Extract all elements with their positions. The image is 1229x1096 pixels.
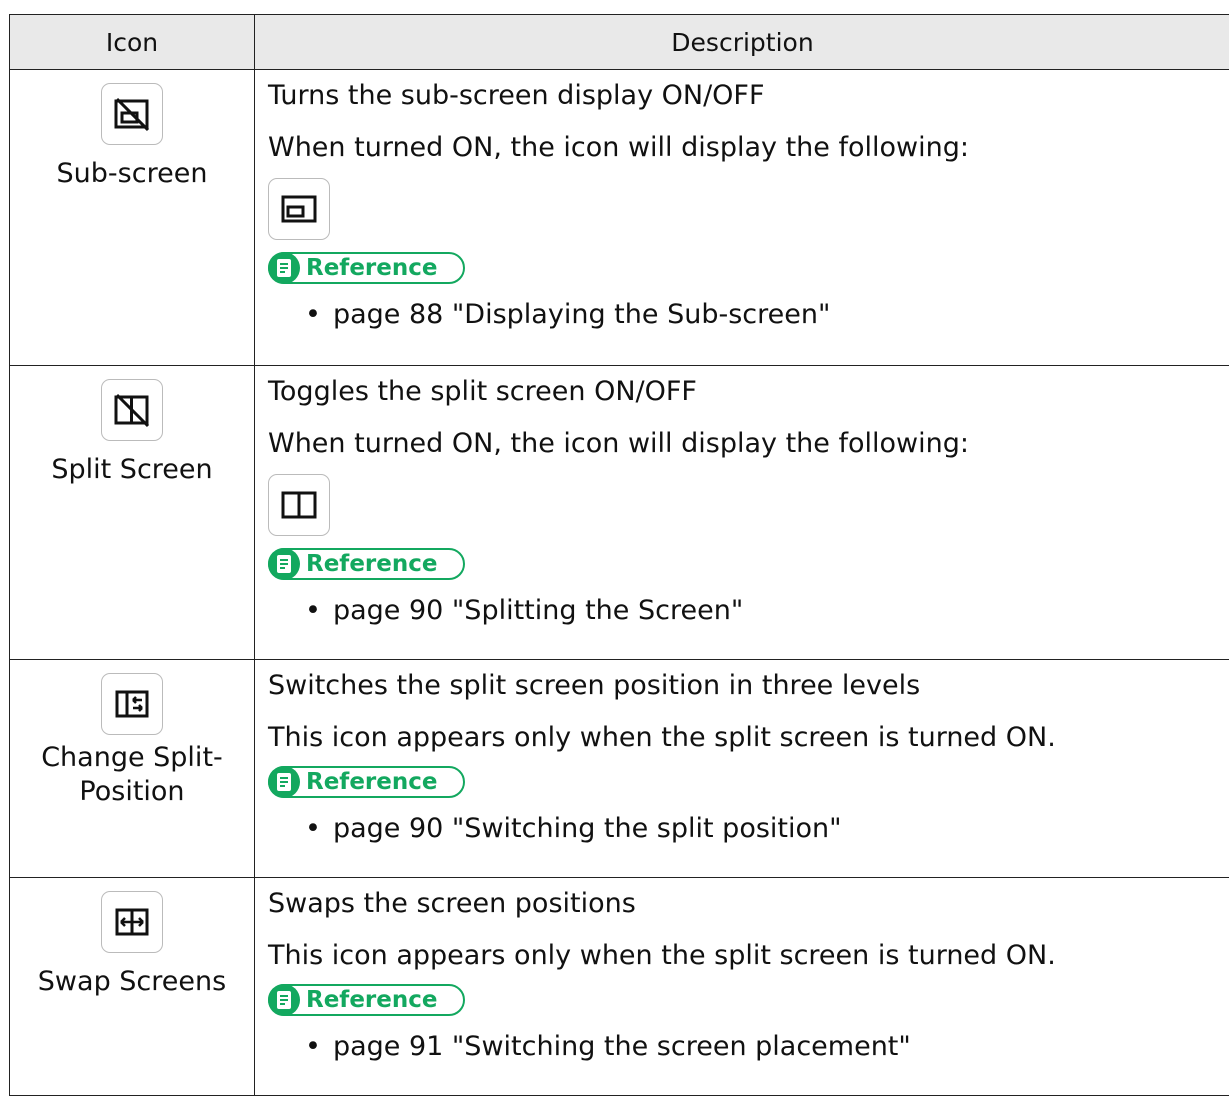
reference-badge: Reference bbox=[268, 766, 465, 798]
description-line: Swaps the screen positions bbox=[268, 878, 1229, 930]
description-cell: Switches the split screen position in th… bbox=[255, 660, 1229, 878]
description-line: This icon appears only when the split sc… bbox=[268, 930, 1229, 982]
reference-link[interactable]: page 90 "Splitting the Screen" bbox=[268, 588, 1229, 634]
reference-link[interactable]: page 91 "Switching the screen placement" bbox=[268, 1024, 1229, 1070]
icon-name: Swap Screens bbox=[10, 965, 254, 999]
reference-badge: Reference bbox=[268, 548, 465, 580]
description-cell: Swaps the screen positions This icon app… bbox=[255, 878, 1229, 1096]
sub-screen-on-icon bbox=[268, 178, 330, 240]
reference-label: Reference bbox=[306, 769, 437, 795]
change-split-position-icon bbox=[101, 673, 163, 735]
reference-icon bbox=[268, 252, 300, 284]
split-screen-off-icon bbox=[101, 379, 163, 441]
swap-screens-icon bbox=[101, 891, 163, 953]
reference-icon bbox=[268, 984, 300, 1016]
reference-icon bbox=[268, 548, 300, 580]
icon-cell: Swap Screens bbox=[10, 878, 255, 1096]
icon-cell: Sub-screen bbox=[10, 70, 255, 366]
reference-label: Reference bbox=[306, 551, 437, 577]
description-line: When turned ON, the icon will display th… bbox=[268, 418, 1229, 470]
table-row: Sub-screen Turns the sub-screen display … bbox=[10, 70, 1229, 366]
description-line: When turned ON, the icon will display th… bbox=[268, 122, 1229, 174]
icon-name: Sub-screen bbox=[10, 157, 254, 191]
description-cell: Toggles the split screen ON/OFF When tur… bbox=[255, 366, 1229, 660]
table-row: Split Screen Toggles the split screen ON… bbox=[10, 366, 1229, 660]
reference-label: Reference bbox=[306, 255, 437, 281]
reference-badge: Reference bbox=[268, 252, 465, 284]
reference-badge: Reference bbox=[268, 984, 465, 1016]
table-row: Change Split-Position Switches the split… bbox=[10, 660, 1229, 878]
reference-label: Reference bbox=[306, 987, 437, 1013]
reference-link[interactable]: page 90 "Switching the split position" bbox=[268, 806, 1229, 852]
reference-icon bbox=[268, 766, 300, 798]
description-line: Turns the sub-screen display ON/OFF bbox=[268, 70, 1229, 122]
icon-cell: Split Screen bbox=[10, 366, 255, 660]
icon-description-table: Icon Description Sub-screen Turns the su… bbox=[9, 14, 1229, 1096]
description-line: This icon appears only when the split sc… bbox=[268, 712, 1229, 764]
icon-column-header: Icon bbox=[10, 15, 255, 70]
icon-name: Change Split-Position bbox=[10, 741, 254, 809]
description-line: Switches the split screen position in th… bbox=[268, 660, 1229, 712]
table-row: Swap Screens Swaps the screen positions … bbox=[10, 878, 1229, 1096]
reference-link[interactable]: page 88 "Displaying the Sub-screen" bbox=[268, 292, 1229, 338]
description-cell: Turns the sub-screen display ON/OFF When… bbox=[255, 70, 1229, 366]
icon-name: Split Screen bbox=[10, 453, 254, 487]
table-header-row: Icon Description bbox=[10, 15, 1229, 70]
description-column-header: Description bbox=[255, 15, 1229, 70]
description-line: Toggles the split screen ON/OFF bbox=[268, 366, 1229, 418]
icon-cell: Change Split-Position bbox=[10, 660, 255, 878]
sub-screen-off-icon bbox=[101, 83, 163, 145]
split-screen-on-icon bbox=[268, 474, 330, 536]
